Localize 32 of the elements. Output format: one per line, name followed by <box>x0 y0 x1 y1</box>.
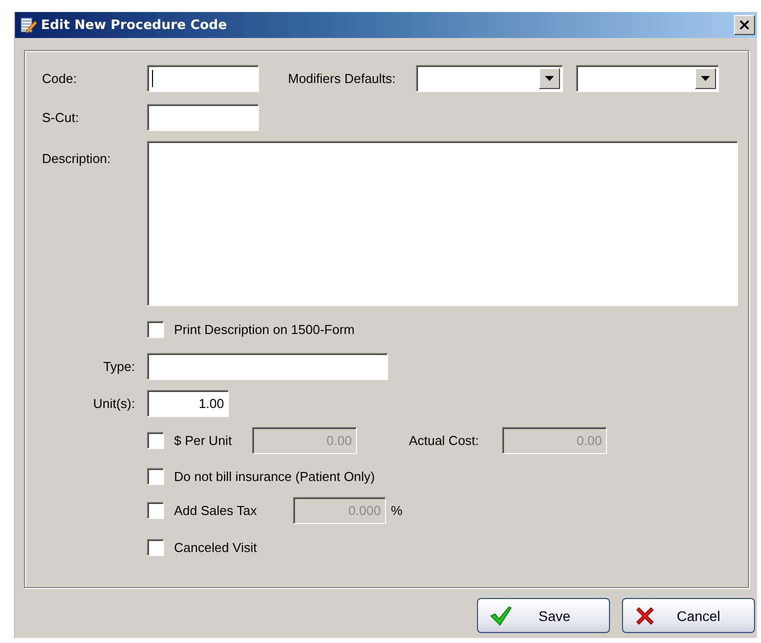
checkmark-icon <box>490 606 512 626</box>
dropdown-field[interactable] <box>576 65 719 92</box>
type-field[interactable] <box>147 353 388 380</box>
window-title: Edit New Procedure Code <box>41 18 228 32</box>
dropdown-arrow-icon <box>544 76 554 81</box>
s-cut-field[interactable] <box>147 104 259 131</box>
checkbox-label: Add Sales Tax <box>174 503 257 518</box>
close-icon <box>635 606 655 626</box>
field-label: Type: <box>102 359 136 374</box>
save-button[interactable]: Save <box>477 598 610 633</box>
checkbox-label: $ Per Unit <box>174 433 232 448</box>
checkbox-label: Print Description on 1500-Form <box>174 322 355 337</box>
description-field[interactable] <box>147 141 738 306</box>
close-button[interactable]: × <box>734 15 755 35</box>
code-field[interactable] <box>147 65 259 92</box>
field-label: Modifiers Defaults: <box>288 71 396 86</box>
field-label: S-Cut: <box>42 110 80 125</box>
checkbox[interactable] <box>147 539 164 556</box>
units-field[interactable]: 1.00 <box>147 390 229 417</box>
field-label: Code: <box>42 71 78 86</box>
dropdown-field[interactable] <box>416 65 563 92</box>
field-label: Description: <box>42 151 112 166</box>
checkbox[interactable] <box>147 468 164 485</box>
checkbox[interactable] <box>147 321 164 338</box>
notepad-pencil-icon <box>19 16 37 34</box>
checkbox-label: Canceled Visit <box>174 540 257 555</box>
percent-sign: % <box>390 503 402 518</box>
field-label: Actual Cost: <box>408 433 479 448</box>
cancel-button[interactable]: Cancel <box>622 598 755 633</box>
dropdown-arrow-icon <box>700 76 710 81</box>
checkbox-label: Do not bill insurance (Patient Only) <box>174 469 375 484</box>
field-label: Unit(s): <box>92 396 136 411</box>
